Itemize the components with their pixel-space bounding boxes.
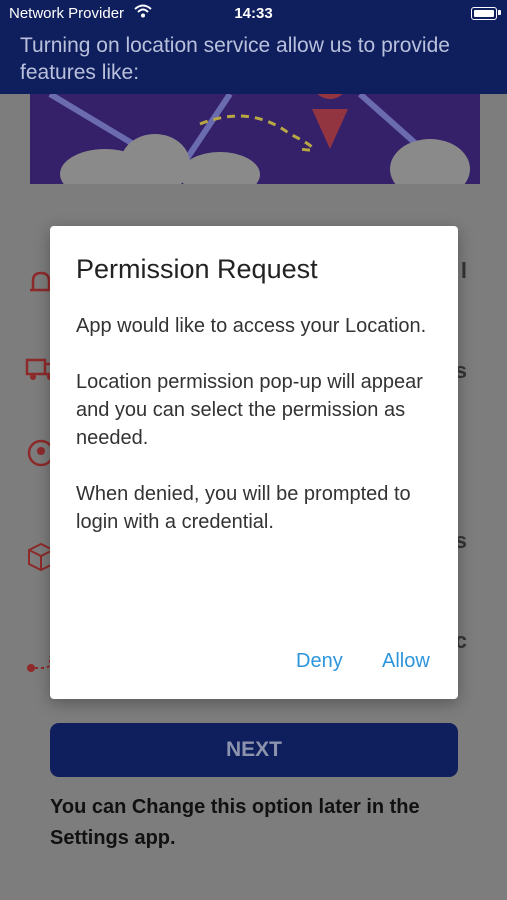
dialog-paragraph: When denied, you will be prompted to log… bbox=[76, 483, 411, 533]
feature-text-fragment: l bbox=[460, 258, 467, 283]
battery-icon bbox=[471, 7, 497, 20]
status-bar: Network Provider 14:33 bbox=[0, 0, 507, 28]
dialog-paragraph: Location permission pop-up will appear a… bbox=[76, 371, 423, 449]
next-button[interactable]: NEXT bbox=[50, 723, 458, 777]
settings-hint: You can Change this option later in the … bbox=[50, 796, 420, 849]
dialog-paragraph: App would like to access your Location. bbox=[76, 315, 427, 337]
battery-tip bbox=[498, 10, 501, 15]
dialog-body: App would like to access your Location. … bbox=[76, 312, 446, 564]
location-illustration bbox=[30, 94, 480, 184]
allow-button[interactable]: Allow bbox=[382, 650, 430, 673]
header-title: Turning on location service allow us to … bbox=[20, 34, 450, 84]
deny-button[interactable]: Deny bbox=[296, 650, 343, 673]
dialog-title: Permission Request bbox=[76, 254, 318, 284]
clock: 14:33 bbox=[234, 5, 273, 22]
permission-dialog: Permission Request App would like to acc… bbox=[50, 226, 458, 699]
header: Turning on location service allow us to … bbox=[0, 28, 507, 94]
